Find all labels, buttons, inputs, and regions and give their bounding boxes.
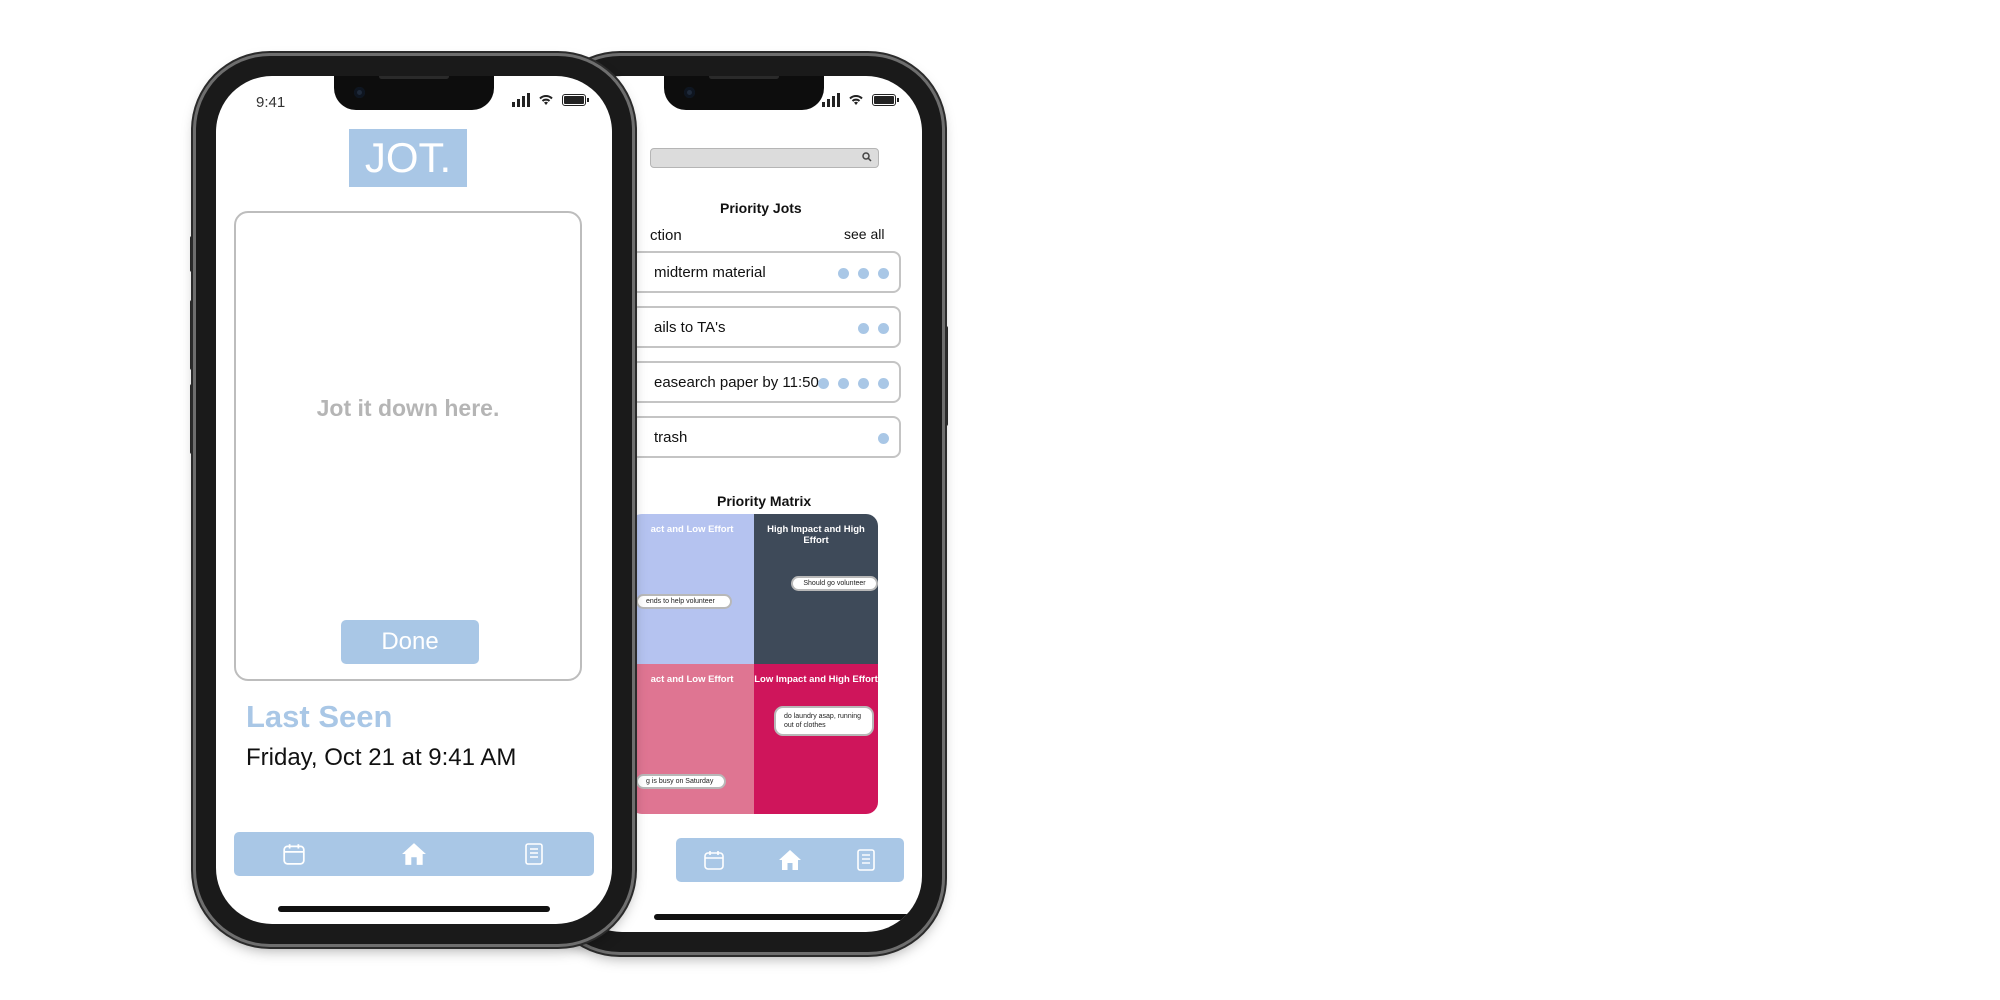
tab-bar [676,838,904,882]
tab-calendar[interactable] [700,846,728,874]
calendar-icon [283,844,305,865]
see-all-link[interactable]: see all [844,226,884,242]
notes-icon [857,849,875,871]
priority-dots [858,323,889,334]
priority-jot-row[interactable]: midterm material [630,251,901,293]
priority-dots [878,433,889,444]
volume-up-button [190,300,195,370]
tab-home[interactable] [776,846,804,874]
matrix-item[interactable]: Should go volunteer [791,576,878,591]
jot-screen: 9:41 JOT. Jot it down here. Done Last Se… [216,76,612,924]
tab-notes[interactable] [852,846,880,874]
wifi-icon [539,95,553,105]
priority-dots [838,268,889,279]
battery-icon [562,94,589,106]
quadrant-title: Low Impact and High Effort [754,674,878,685]
last-seen-date: Friday, Oct 21 at 9:41 AM [246,744,517,771]
camera-icon [684,87,695,98]
home-indicator [654,914,914,920]
volume-down-button [190,384,195,454]
status-time: 9:41 [256,94,286,111]
jot-input[interactable]: Jot it down here. Done [234,211,582,681]
priority-jot-row[interactable]: trash [630,416,901,458]
quadrant-title: High Impact and High Effort [767,524,865,546]
priority-matrix: act and Low Effort ends to help voluntee… [630,514,878,814]
jot-row-text: ails to TA's [654,319,726,336]
phone-notch [334,76,494,110]
notes-icon [525,843,543,865]
priority-dots [818,378,889,389]
done-button[interactable]: Done [341,620,479,664]
quadrant-title: act and Low Effort [650,674,734,685]
speaker-grille [379,76,449,79]
tab-notes[interactable] [520,840,548,868]
priority-jots-title: Priority Jots [720,200,802,216]
search-icon [862,152,872,162]
action-button [190,236,195,272]
tab-bar [234,832,594,876]
matrix-quadrant[interactable]: High Impact and High Effort Should go vo… [754,514,878,664]
matrix-quadrant[interactable]: act and Low Effort g is busy on Saturday [630,664,754,814]
home-indicator [278,906,550,912]
section-label: ction [650,227,682,244]
camera-icon [354,87,365,98]
jot-row-text: trash [654,429,688,446]
phone-notch [664,76,824,110]
priority-jot-row[interactable]: easearch paper by 11:50 [630,361,901,403]
tab-calendar[interactable] [280,840,308,868]
calendar-icon [704,851,724,870]
priority-jot-row[interactable]: ails to TA's [630,306,901,348]
jot-placeholder: Jot it down here. [316,395,500,421]
search-bar[interactable] [650,148,879,168]
jot-row-text: easearch paper by 11:50 [654,374,819,391]
home-icon [402,843,426,865]
quadrant-title: act and Low Effort [650,524,734,535]
power-button [943,326,948,426]
jot-phone: 9:41 JOT. Jot it down here. Done Last Se… [190,56,632,944]
matrix-item[interactable]: do laundry asap, running out of clothes [774,706,874,736]
home-icon [779,850,801,870]
tab-home[interactable] [400,840,428,868]
priority-matrix-title: Priority Matrix [717,493,812,509]
matrix-quadrant[interactable]: act and Low Effort ends to help voluntee… [630,514,754,664]
speaker-grille [709,76,779,79]
cellular-signal-icon [512,93,530,107]
last-seen-label: Last Seen [246,699,393,734]
matrix-item[interactable]: ends to help volunteer [636,594,732,609]
matrix-quadrant[interactable]: Low Impact and High Effort do laundry as… [754,664,878,814]
matrix-item[interactable]: g is busy on Saturday [636,774,726,789]
app-logo: JOT. [349,129,467,187]
jot-row-text: midterm material [654,264,766,281]
